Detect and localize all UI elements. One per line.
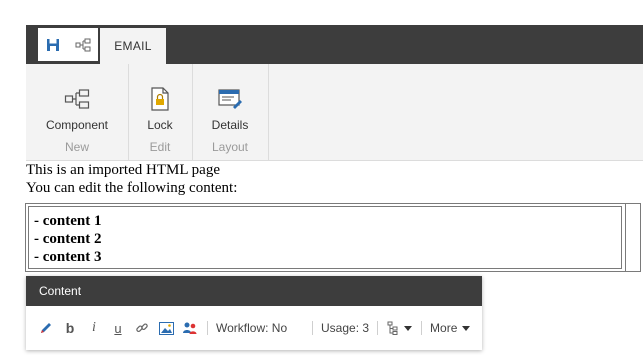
save-button[interactable] <box>42 34 64 56</box>
component-icon <box>64 89 90 109</box>
component-tree-icon <box>75 38 91 51</box>
image-icon <box>158 321 174 335</box>
editor-stage: EMAIL Component New Lock Edit Details La… <box>0 0 643 355</box>
content-toolbar-title: Content <box>26 276 482 306</box>
group-label-edit: Edit <box>149 140 171 154</box>
bold-icon: b <box>65 320 75 336</box>
editable-content-area[interactable]: - content 1 - content 2 - content 3 <box>28 206 622 269</box>
quick-access-toolbar <box>38 28 98 61</box>
pencil-icon <box>41 323 51 333</box>
component-button-label: Component <box>45 118 109 132</box>
tree-icon <box>387 321 398 335</box>
bold-button[interactable]: b <box>58 316 82 340</box>
usage-count[interactable]: Usage: 3 <box>318 321 372 335</box>
workflow-status[interactable]: Workflow: No <box>213 321 307 335</box>
insert-image-button[interactable] <box>154 316 178 340</box>
content-toolbar-buttons: b i u Workflow: No Usage: 3 More <box>26 306 482 350</box>
toolbar-separator <box>312 321 313 335</box>
toolbar-separator <box>207 321 208 335</box>
group-label-layout: Layout <box>211 140 249 154</box>
details-icon <box>218 89 242 109</box>
personalize-button[interactable] <box>178 316 202 340</box>
frame-divider <box>625 203 626 272</box>
ribbon-group-layout: Details Layout <box>192 64 269 160</box>
content-item: - content 2 <box>34 231 102 247</box>
page-content: This is an imported HTML page You can ed… <box>26 161 626 197</box>
intro-line-1: This is an imported HTML page <box>26 162 220 178</box>
ribbon-body: Component New Lock Edit Details Layout <box>26 64 643 161</box>
ribbon-group-edit: Lock Edit <box>128 64 193 160</box>
workflow-button[interactable] <box>72 34 94 56</box>
edit-button[interactable] <box>34 316 58 340</box>
underline-icon: u <box>114 320 122 336</box>
details-button[interactable]: Details <box>192 86 268 132</box>
ribbon-group-new: Component New <box>26 64 129 160</box>
lock-button-label: Lock <box>147 118 173 132</box>
underline-button[interactable]: u <box>106 316 130 340</box>
chevron-down-icon <box>462 325 471 331</box>
link-icon <box>136 323 148 333</box>
content-item: - content 3 <box>34 249 102 265</box>
group-label-new: New <box>64 140 89 154</box>
italic-button[interactable]: i <box>82 316 106 340</box>
intro-line-2: You can edit the following content: <box>26 180 238 196</box>
toolbar-separator <box>377 321 379 335</box>
chevron-down-icon <box>404 325 413 331</box>
toolbar-separator <box>421 321 423 335</box>
details-button-label: Details <box>211 118 249 132</box>
content-toolbar: Content b i u Workflow: No Usage: 3 More <box>26 276 482 350</box>
lock-icon <box>151 87 169 111</box>
component-button[interactable]: Component <box>26 86 128 132</box>
content-item: - content 1 <box>34 213 102 229</box>
tab-email[interactable]: EMAIL <box>100 28 166 64</box>
lock-button[interactable]: Lock <box>128 86 192 132</box>
more-dropdown[interactable]: More <box>427 321 473 335</box>
more-label: More <box>430 321 458 335</box>
link-button[interactable] <box>130 316 154 340</box>
italic-icon: i <box>92 320 96 335</box>
component-tree-dropdown[interactable] <box>383 321 416 335</box>
floppy-disk-icon <box>47 38 59 51</box>
users-icon <box>183 322 197 334</box>
